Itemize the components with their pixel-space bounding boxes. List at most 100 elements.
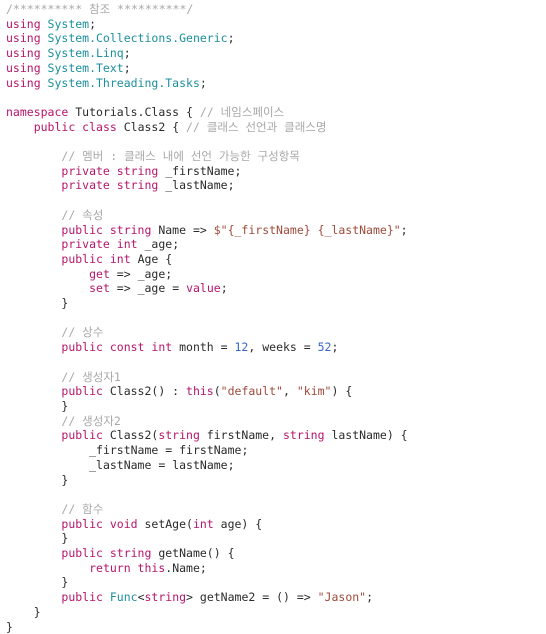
code-token-pun [6,428,61,442]
code-token-pun: ; [123,60,131,75]
code-token-pun [6,458,89,472]
code-token-kw: using [6,75,48,90]
code-token-kw: value [186,281,221,296]
code-line[interactable]: } [6,605,546,620]
code-token-pun: ; [227,178,235,193]
code-token-pun [6,325,61,339]
code-token-pun [6,384,61,398]
code-line[interactable]: public Class2(string firstName, string l… [6,428,546,443]
code-token-cmt: // 상수 [61,325,104,340]
code-line[interactable]: } [6,296,546,311]
code-token-pun [6,502,61,516]
code-line[interactable]: public int Age { [6,252,546,267]
code-token-id: weeks [262,340,304,355]
code-line[interactable]: } [6,531,546,546]
code-token-pun: ; [331,340,339,355]
code-token-id: firstName [179,443,242,458]
code-token-num: 52 [317,340,332,355]
code-line[interactable]: private int _age; [6,237,546,252]
code-line[interactable]: // 함수 [6,502,546,517]
code-token-pun: ; [400,222,408,237]
code-line[interactable]: public Func<string> getName2 = () => "Ja… [6,590,546,605]
code-line[interactable]: } [6,575,546,590]
code-line[interactable]: using System.Text; [6,61,546,76]
code-line[interactable]: public const int month = 12, weeks = 52; [6,340,546,355]
code-line[interactable]: /********** 참조 **********/ [6,2,546,17]
code-line[interactable]: _firstName = firstName; [6,443,546,458]
code-line[interactable]: using System.Threading.Tasks; [6,76,546,91]
code-line[interactable]: using System; [6,17,546,32]
code-token-pun: { [165,119,187,134]
code-line[interactable]: public void setAge(int age) { [6,517,546,532]
code-token-id: lastName [172,457,228,472]
code-line[interactable]: public string Name => $"{_firstName} {_l… [6,223,546,238]
code-token-num: 12 [234,340,249,355]
code-token-pun: } [6,472,69,487]
code-token-cmt: // 생성자2 [61,413,121,428]
code-token-str: $"{_firstName} {_lastName}" [213,222,401,237]
code-line[interactable]: get => _age; [6,267,546,282]
code-token-id: _firstName [89,443,166,458]
code-line[interactable]: private string _lastName; [6,178,546,193]
code-token-pun [6,281,89,295]
code-token-id: .Name [165,560,200,575]
code-token-pun [6,590,61,604]
code-line[interactable]: public Class2() : this("default", "kim")… [6,384,546,399]
code-line[interactable]: // 생성자1 [6,370,546,385]
code-token-kw: using [6,31,48,46]
code-token-pun [6,223,61,237]
code-token-op: () => [276,590,318,605]
code-token-pun [6,340,61,354]
code-token-op: = [303,340,318,355]
code-token-pun: > [186,590,200,605]
code-line[interactable]: using System.Linq; [6,46,546,61]
code-token-kw: public string [61,546,159,561]
code-editor-view[interactable]: /********** 참조 **********/using System; u… [0,0,546,634]
code-line[interactable]: set => _age = value; [6,281,546,296]
code-token-id: Class2( [109,428,159,443]
code-token-str: "Jason" [317,590,367,605]
code-token-op: => [116,266,138,281]
code-token-typ: System.Threading.Tasks [47,75,200,90]
code-line[interactable]: public class Class2 { // 클래스 선언과 클래스명 [6,120,546,135]
code-line[interactable] [6,487,546,502]
code-line[interactable]: namespace Tutorials.Class { // 네임스페이스 [6,105,546,120]
code-token-pun: ; [220,281,228,296]
code-token-str: "default" [220,384,283,399]
code-line[interactable]: using System.Collections.Generic; [6,31,546,46]
code-line[interactable]: public string getName() { [6,546,546,561]
code-line[interactable]: } [6,620,546,634]
code-line[interactable] [6,355,546,370]
code-token-pun [6,149,61,163]
code-line[interactable] [6,193,546,208]
code-token-id: setAge( [144,516,193,531]
code-token-id: _lastName [165,178,228,193]
code-token-pun: } [6,296,69,311]
code-line[interactable]: // 생성자2 [6,414,546,429]
code-line[interactable] [6,134,546,149]
code-token-kw: set [89,281,117,296]
code-line[interactable] [6,90,546,105]
code-line[interactable]: _lastName = lastName; [6,458,546,473]
code-token-id: lastName) { [331,428,408,443]
code-token-pun [6,208,61,222]
code-line[interactable]: // 속성 [6,208,546,223]
code-token-kw: private int [61,237,145,252]
code-token-id: getName() { [158,546,235,561]
code-token-pun: ; [89,16,97,31]
code-token-kw: public [61,384,110,399]
code-token-pun: ( [213,384,221,399]
code-line[interactable]: // 멤버 : 클래스 내에 선언 가능한 구성항목 [6,149,546,164]
code-line[interactable] [6,311,546,326]
code-token-cmt: // 네임스페이스 [199,104,285,119]
code-token-pun [6,370,61,384]
code-line[interactable]: } [6,473,546,488]
code-line[interactable]: private string _firstName; [6,164,546,179]
code-token-kw: private string [61,178,166,193]
code-line[interactable]: } [6,399,546,414]
code-token-kw: string [158,428,207,443]
code-token-typ: System [47,16,90,31]
code-token-kw: this [186,384,214,399]
code-line[interactable]: // 상수 [6,325,546,340]
code-line[interactable]: return this.Name; [6,561,546,576]
